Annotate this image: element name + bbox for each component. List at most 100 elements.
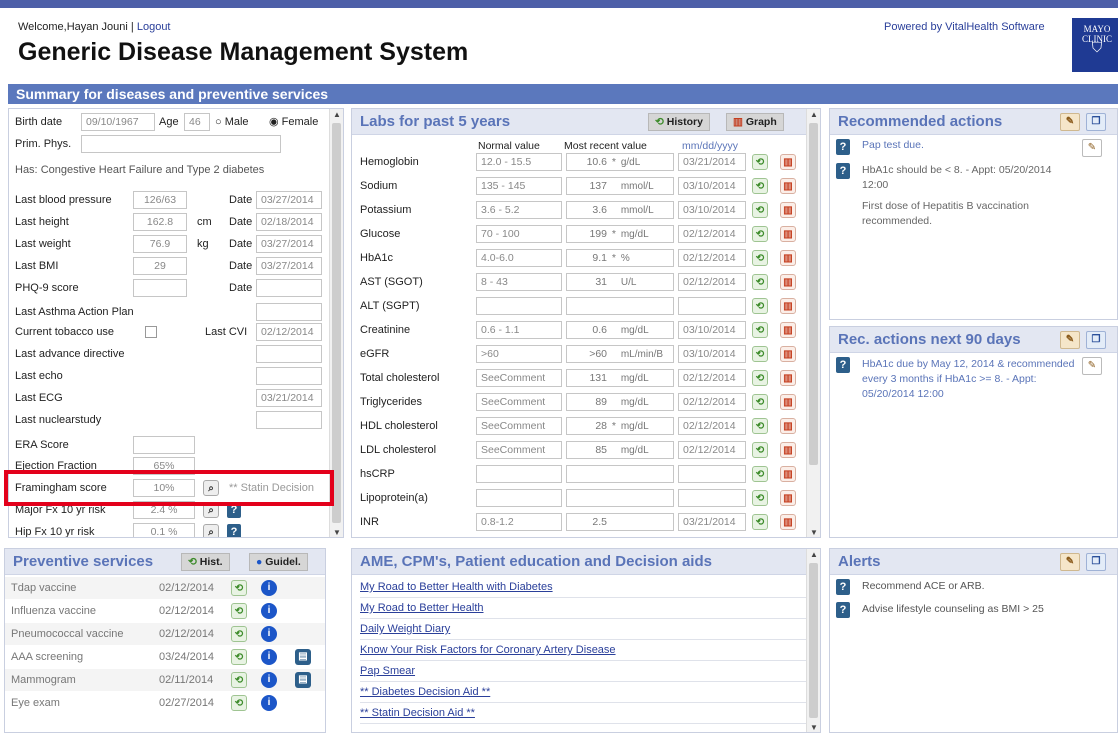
vital-value[interactable]: 76.9	[133, 235, 187, 253]
hip-fx-field[interactable]: 0.1 %	[133, 523, 195, 537]
era-field[interactable]	[133, 436, 195, 454]
schedule-icon[interactable]: ▤	[295, 672, 311, 688]
history-icon[interactable]: ⟲	[752, 418, 768, 434]
lab-date[interactable]	[678, 297, 746, 315]
lab-date[interactable]: 03/21/2014	[678, 513, 746, 531]
last-cvi-field[interactable]: 02/12/2014	[256, 323, 322, 341]
graph-icon[interactable]: ▥	[780, 298, 796, 314]
lab-date[interactable]: 02/12/2014	[678, 249, 746, 267]
graph-icon[interactable]: ▥	[780, 322, 796, 338]
history-icon[interactable]: ⟲	[752, 514, 768, 530]
history-icon[interactable]: ⟲	[752, 370, 768, 386]
graph-icon[interactable]: ▥	[780, 250, 796, 266]
lab-date[interactable]	[678, 489, 746, 507]
vital-value[interactable]	[133, 279, 187, 297]
graph-icon[interactable]: ▥	[780, 274, 796, 290]
graph-icon[interactable]: ▥	[780, 346, 796, 362]
info-icon[interactable]: i	[261, 626, 277, 642]
graph-icon[interactable]: ▥	[780, 178, 796, 194]
history-icon[interactable]: ⟲	[231, 626, 247, 642]
lab-date[interactable]: 02/12/2014	[678, 369, 746, 387]
lab-date[interactable]: 02/12/2014	[678, 393, 746, 411]
history-icon[interactable]: ⟲	[231, 695, 247, 711]
graph-icon[interactable]: ▥	[780, 490, 796, 506]
vital-value[interactable]: 29	[133, 257, 187, 275]
help-icon[interactable]: ?	[836, 139, 850, 155]
history-icon[interactable]: ⟲	[752, 178, 768, 194]
edit-icon[interactable]: ✎	[1082, 357, 1102, 375]
edit-icon[interactable]: ✎	[1060, 553, 1080, 571]
vital-date[interactable]: 03/27/2014	[256, 257, 322, 275]
hist-button[interactable]: ⟲ Hist.	[181, 553, 230, 571]
lab-date[interactable]: 02/12/2014	[678, 225, 746, 243]
history-icon[interactable]: ⟲	[752, 202, 768, 218]
lab-date[interactable]	[678, 465, 746, 483]
graph-icon[interactable]: ▥	[780, 202, 796, 218]
vital-value[interactable]: 162.8	[133, 213, 187, 231]
info-icon[interactable]: i	[261, 580, 277, 596]
history-icon[interactable]: ⟲	[752, 346, 768, 362]
lab-date[interactable]: 03/10/2014	[678, 321, 746, 339]
info-icon[interactable]: i	[261, 649, 277, 665]
copy-icon[interactable]: ❐	[1086, 331, 1106, 349]
lab-date[interactable]: 03/21/2014	[678, 153, 746, 171]
nuclear-field[interactable]	[256, 411, 322, 429]
history-icon[interactable]: ⟲	[231, 672, 247, 688]
help-icon[interactable]: ?	[836, 357, 850, 373]
education-scrollbar[interactable]: ▲ ▼	[806, 549, 820, 732]
graph-icon[interactable]: ▥	[780, 514, 796, 530]
info-icon[interactable]: i	[261, 603, 277, 619]
history-icon[interactable]: ⟲	[231, 603, 247, 619]
birth-date-field[interactable]: 09/10/1967	[81, 113, 155, 131]
rec-item-0[interactable]: Pap test due.	[862, 139, 1082, 151]
lab-date[interactable]: 03/10/2014	[678, 177, 746, 195]
history-icon[interactable]: ⟲	[752, 274, 768, 290]
prim-phys-field[interactable]	[81, 135, 281, 153]
education-link[interactable]: ** Statin Decision Aid **	[360, 703, 810, 724]
graph-icon[interactable]: ▥	[780, 154, 796, 170]
vital-date[interactable]	[256, 279, 322, 297]
help-icon[interactable]: ?	[836, 579, 850, 595]
graph-icon[interactable]: ▥	[780, 394, 796, 410]
graph-icon[interactable]: ▥	[780, 442, 796, 458]
edit-icon[interactable]: ✎	[1060, 113, 1080, 131]
advance-directive-field[interactable]	[256, 345, 322, 363]
history-icon[interactable]: ⟲	[752, 154, 768, 170]
schedule-icon[interactable]: ▤	[295, 649, 311, 665]
education-link[interactable]: My Road to Better Health	[360, 598, 810, 619]
education-link[interactable]: My Road to Better Health with Diabetes	[360, 577, 810, 598]
vital-date[interactable]: 02/18/2014	[256, 213, 322, 231]
graph-icon[interactable]: ▥	[780, 370, 796, 386]
history-icon[interactable]: ⟲	[752, 226, 768, 242]
female-radio[interactable]: ◉ Female	[269, 113, 318, 131]
history-icon[interactable]: ⟲	[752, 466, 768, 482]
education-link[interactable]: Know Your Risk Factors for Coronary Arte…	[360, 640, 810, 661]
copy-icon[interactable]: ❐	[1086, 553, 1106, 571]
graph-icon[interactable]: ▥	[780, 418, 796, 434]
graph-icon[interactable]: ▥	[780, 226, 796, 242]
education-link[interactable]: Pap Smear	[360, 661, 810, 682]
lab-date[interactable]: 03/10/2014	[678, 345, 746, 363]
lab-date[interactable]: 02/12/2014	[678, 441, 746, 459]
history-icon[interactable]: ⟲	[752, 490, 768, 506]
vital-date[interactable]: 03/27/2014	[256, 191, 322, 209]
lab-date[interactable]: 03/10/2014	[678, 201, 746, 219]
edit-icon[interactable]: ✎	[1082, 139, 1102, 157]
education-link[interactable]: Daily Weight Diary	[360, 619, 810, 640]
history-icon[interactable]: ⟲	[231, 649, 247, 665]
graph-icon[interactable]: ▥	[780, 466, 796, 482]
labs-scrollbar[interactable]: ▲ ▼	[806, 109, 820, 537]
graph-button[interactable]: ▥ Graph	[726, 113, 784, 131]
age-field[interactable]: 46	[184, 113, 210, 131]
echo-field[interactable]	[256, 367, 322, 385]
calculator-icon[interactable]: ⌕	[203, 524, 219, 537]
lab-date[interactable]: 02/12/2014	[678, 273, 746, 291]
history-icon[interactable]: ⟲	[752, 442, 768, 458]
history-button[interactable]: ⟲ History	[648, 113, 710, 131]
history-icon[interactable]: ⟲	[752, 298, 768, 314]
help-icon[interactable]: ?	[836, 163, 850, 179]
ecg-field[interactable]: 03/21/2014	[256, 389, 322, 407]
tobacco-checkbox[interactable]	[145, 326, 157, 338]
male-radio[interactable]: ○ Male	[215, 113, 249, 131]
history-icon[interactable]: ⟲	[752, 322, 768, 338]
